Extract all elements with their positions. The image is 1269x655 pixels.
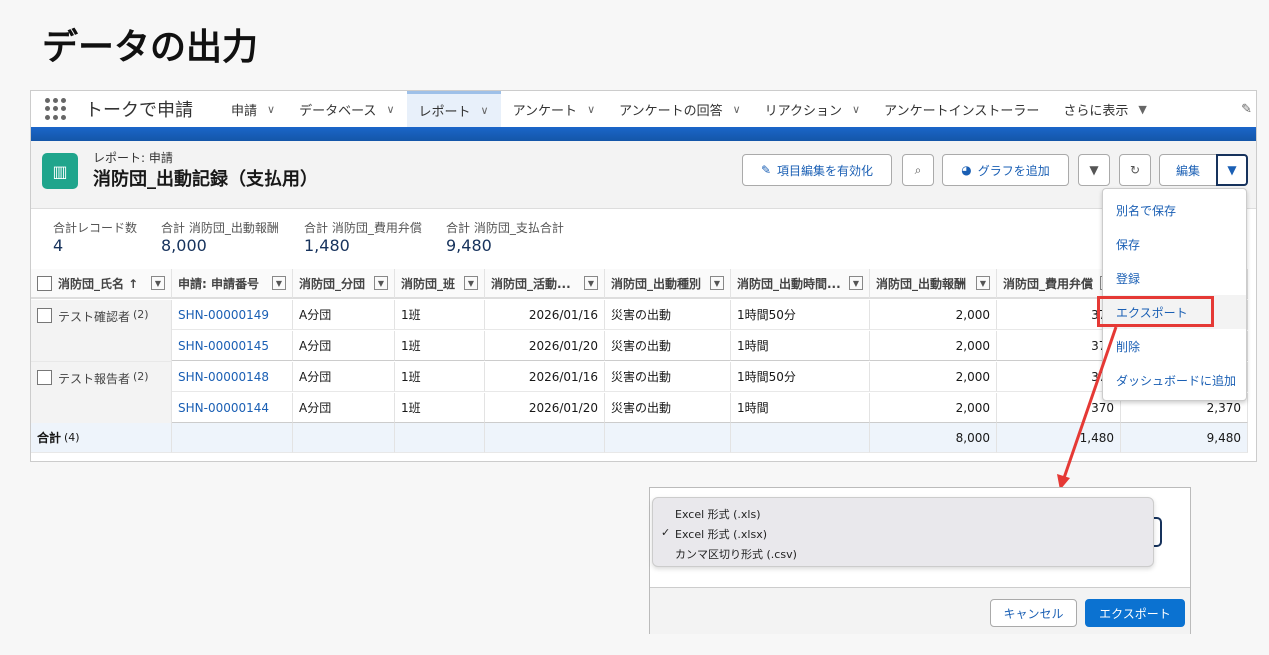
cancel-button[interactable]: キャンセル	[990, 599, 1077, 627]
dialog-footer: キャンセル エクスポート	[650, 587, 1190, 634]
check-icon: ✓	[661, 526, 671, 539]
format-option[interactable]: Excel 形式 (.xls)	[675, 506, 761, 522]
format-option[interactable]: Excel 形式 (.xlsx)	[675, 526, 767, 542]
export-button[interactable]: エクスポート	[1085, 599, 1185, 627]
format-options: Excel 形式 (.xls) ✓ Excel 形式 (.xlsx) カンマ区切り形式…	[652, 497, 1154, 567]
format-option[interactable]: カンマ区切り形式 (.csv)	[675, 546, 797, 562]
